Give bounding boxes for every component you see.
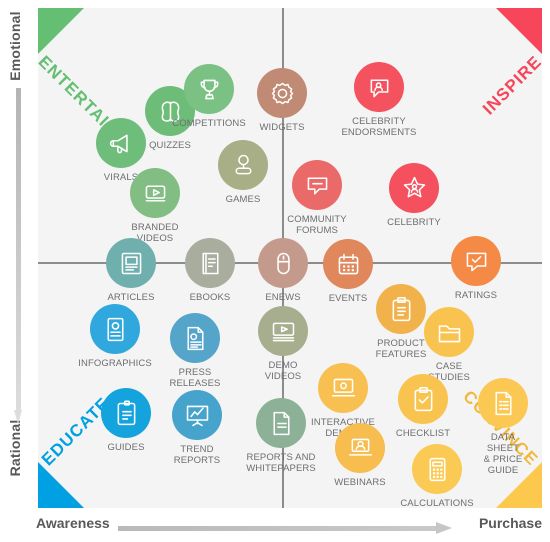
node-press-releases[interactable]: PRESS RELEASES: [170, 313, 220, 389]
axis-label-purchase: Purchase: [478, 515, 542, 531]
interactive-icon: [318, 363, 368, 413]
datasheet-icon: [478, 378, 528, 428]
node-label: CALCULATIONS: [400, 498, 474, 508]
node-label: ARTICLES: [107, 292, 155, 303]
node-ratings[interactable]: RATINGS: [451, 236, 501, 301]
node-label: DEMO VIDEOS: [264, 360, 302, 382]
gear-icon: [257, 68, 307, 118]
node-label: CELEBRITY: [387, 217, 441, 228]
trophy-icon: [184, 64, 234, 114]
forum-icon: [292, 160, 342, 210]
node-label: COMPETITIONS: [172, 118, 246, 129]
video-player-icon: [130, 168, 180, 218]
node-label: PRODUCT FEATURES: [375, 338, 427, 360]
node-label: CELEBRITY ENDORSMENTS: [341, 116, 417, 138]
node-data-sheet-price-guide[interactable]: DATA SHEET & PRICE GUIDE: [478, 378, 528, 476]
rating-icon: [451, 236, 501, 286]
webinar-icon: [335, 423, 385, 473]
demo-video-icon: [258, 306, 308, 356]
node-label: TREND REPORTS: [173, 444, 221, 466]
node-label: INFOGRAPHICS: [78, 358, 152, 369]
quadrant-marker-educate: [38, 462, 84, 508]
node-trend-reports[interactable]: TREND REPORTS: [172, 390, 222, 466]
quadrant-marker-entertain: [38, 8, 84, 54]
horizontal-axis: Awareness Purchase: [0, 510, 550, 542]
infographic-icon: [90, 304, 140, 354]
node-reports-and-whitepapers[interactable]: REPORTS AND WHITEPAPERS: [246, 398, 316, 474]
node-label: REPORTS AND WHITEPAPERS: [246, 452, 316, 474]
quadrant-label-inspire: INSPIRE: [478, 52, 542, 119]
node-label: RATINGS: [454, 290, 498, 301]
folder-icon: [424, 307, 474, 357]
node-label: GAMES: [225, 194, 261, 205]
down-arrow-icon: [14, 88, 23, 438]
node-games[interactable]: GAMES: [218, 140, 268, 205]
node-calculations[interactable]: CALCULATIONS: [400, 444, 474, 508]
node-articles[interactable]: ARTICLES: [106, 238, 156, 303]
axis-label-emotional: Emotional: [7, 11, 23, 81]
node-label: GUIDES: [107, 442, 145, 453]
trend-chart-icon: [172, 390, 222, 440]
node-infographics[interactable]: INFOGRAPHICS: [78, 304, 152, 369]
star-person-icon: [389, 163, 439, 213]
mouse-icon: [258, 238, 308, 288]
node-widgets[interactable]: WIDGETS: [257, 68, 307, 133]
node-product-features[interactable]: PRODUCT FEATURES: [376, 284, 426, 360]
node-celebrity[interactable]: CELEBRITY: [387, 163, 441, 228]
article-icon: [106, 238, 156, 288]
document-icon: [256, 398, 306, 448]
content-marketing-matrix: Emotional Rational Awareness Purchase EN…: [0, 0, 550, 542]
megaphone-icon: [96, 118, 146, 168]
node-checklist[interactable]: CHECKLIST: [395, 374, 451, 439]
node-competitions[interactable]: COMPETITIONS: [172, 64, 246, 129]
calendar-icon: [323, 239, 373, 289]
node-label: EBOOKS: [189, 292, 231, 303]
node-demo-videos[interactable]: DEMO VIDEOS: [258, 306, 308, 382]
press-icon: [170, 313, 220, 363]
node-label: WIDGETS: [259, 122, 305, 133]
checklist-icon: [398, 374, 448, 424]
quadrant-marker-inspire: [496, 8, 542, 54]
ebook-icon: [185, 238, 235, 288]
node-label: EVENTS: [328, 293, 368, 304]
node-label: PRESS RELEASES: [169, 367, 221, 389]
node-events[interactable]: EVENTS: [323, 239, 373, 304]
node-ebooks[interactable]: EBOOKS: [185, 238, 235, 303]
clipboard-list-icon: [376, 284, 426, 334]
node-label: WEBINARS: [334, 477, 386, 488]
guide-icon: [101, 388, 151, 438]
node-webinars[interactable]: WEBINARS: [334, 423, 386, 488]
node-enews[interactable]: ENEWS: [258, 238, 308, 303]
vertical-axis: Emotional Rational: [0, 0, 38, 510]
node-branded-videos[interactable]: BRANDED VIDEOS: [130, 168, 180, 244]
node-label: CHECKLIST: [395, 428, 451, 439]
matrix-panel: ENTERTAIN INSPIRE EDUCATE CONVINCE VIRAL…: [38, 8, 542, 508]
node-celebrity-endorsments[interactable]: CELEBRITY ENDORSMENTS: [342, 62, 416, 138]
node-community-forums[interactable]: COMMUNITY FORUMS: [287, 160, 347, 236]
endorsement-icon: [354, 62, 404, 112]
node-case-studies[interactable]: CASE STUDIES: [424, 307, 474, 383]
node-label: DATA SHEET & PRICE GUIDE: [483, 432, 523, 476]
node-label: COMMUNITY FORUMS: [287, 214, 347, 236]
joystick-icon: [218, 140, 268, 190]
calculator-icon: [412, 444, 462, 494]
node-label: QUIZZES: [149, 140, 191, 151]
right-arrow-icon: [118, 522, 462, 534]
node-guides[interactable]: GUIDES: [101, 388, 151, 453]
node-label: ENEWS: [265, 292, 301, 303]
axis-label-awareness: Awareness: [36, 515, 110, 531]
